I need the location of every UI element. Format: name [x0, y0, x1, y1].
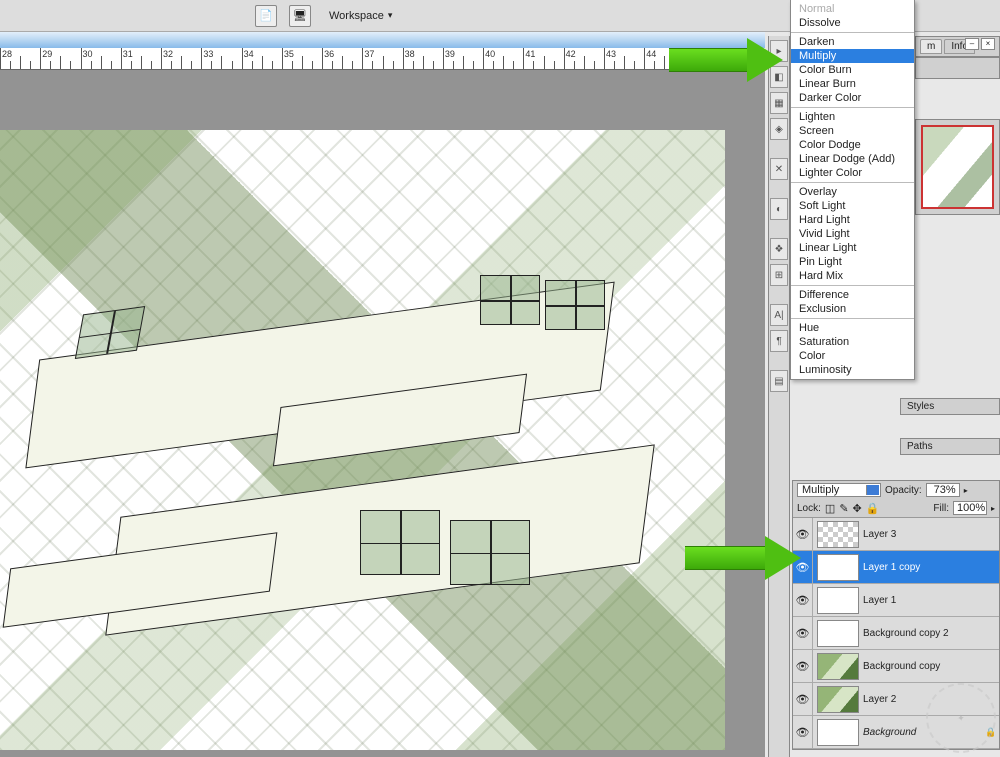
- title-bar-gradient: [0, 32, 765, 48]
- layer-blend-mode-select[interactable]: Multiply▼: [797, 483, 881, 497]
- paragraph-icon[interactable]: ¶: [770, 330, 788, 352]
- blend-mode-dropdown[interactable]: NormalDissolveDarkenMultiplyColor BurnLi…: [790, 0, 915, 380]
- panel-icon-masks[interactable]: ◐: [770, 198, 788, 220]
- blend-mode-lighter-color[interactable]: Lighter Color: [791, 166, 914, 180]
- panel-icon-notes[interactable]: ▤: [770, 370, 788, 392]
- visibility-toggle-icon[interactable]: 👁: [793, 683, 813, 715]
- lock-image-icon[interactable]: ✎: [839, 502, 848, 515]
- lock-label: Lock:: [797, 503, 821, 514]
- blend-mode-hard-mix[interactable]: Hard Mix: [791, 269, 914, 283]
- screen-mode-icon[interactable]: 🖥: [289, 5, 311, 27]
- fill-value[interactable]: 100%: [953, 501, 987, 515]
- blend-mode-linear-dodge-add-[interactable]: Linear Dodge (Add): [791, 152, 914, 166]
- layer-name: Layer 3: [863, 529, 999, 540]
- blend-mode-luminosity[interactable]: Luminosity: [791, 363, 914, 377]
- navigator-panel-body: [915, 57, 1000, 79]
- fill-label: Fill:: [933, 503, 949, 514]
- navigator-panel-header: m Info – ×: [915, 36, 1000, 57]
- opacity-value[interactable]: 73%: [926, 483, 960, 497]
- workspace-menu[interactable]: Workspace: [323, 8, 398, 24]
- blend-mode-lighten[interactable]: Lighten: [791, 110, 914, 124]
- navigator-thumbnail[interactable]: [921, 125, 994, 209]
- blend-mode-soft-light[interactable]: Soft Light: [791, 199, 914, 213]
- layer-thumbnail[interactable]: [817, 521, 859, 548]
- panel-icon-clone[interactable]: ⊞: [770, 264, 788, 286]
- visibility-toggle-icon[interactable]: 👁: [793, 617, 813, 649]
- blend-mode-pin-light[interactable]: Pin Light: [791, 255, 914, 269]
- blend-mode-color-dodge[interactable]: Color Dodge: [791, 138, 914, 152]
- layer-name: Layer 1: [863, 595, 999, 606]
- character-icon[interactable]: A|: [770, 304, 788, 326]
- blend-mode-overlay[interactable]: Overlay: [791, 185, 914, 199]
- blend-mode-darker-color[interactable]: Darker Color: [791, 91, 914, 105]
- tab-adjustments[interactable]: m: [920, 39, 942, 54]
- layer-thumbnail[interactable]: [817, 686, 859, 713]
- blend-mode-linear-burn[interactable]: Linear Burn: [791, 77, 914, 91]
- blend-mode-darken[interactable]: Darken: [791, 35, 914, 49]
- layer-row[interactable]: 👁 Background copy: [793, 650, 999, 683]
- lock-transparent-icon[interactable]: ◫: [825, 502, 835, 515]
- visibility-toggle-icon[interactable]: 👁: [793, 650, 813, 682]
- blend-mode-color-burn[interactable]: Color Burn: [791, 63, 914, 77]
- panel-icon-styles[interactable]: ◈: [770, 118, 788, 140]
- canvas-background: [0, 70, 765, 757]
- minimize-button[interactable]: –: [965, 38, 979, 50]
- visibility-toggle-icon[interactable]: 👁: [793, 716, 813, 748]
- layer-row[interactable]: 👁Layer 3: [793, 518, 999, 551]
- document-canvas[interactable]: [0, 130, 725, 750]
- paths-panel: Paths: [900, 438, 1000, 455]
- panel-icon-swatches[interactable]: ▦: [770, 92, 788, 114]
- workspace-label: Workspace: [329, 10, 384, 22]
- layer-row[interactable]: 👁 Background copy 2: [793, 617, 999, 650]
- tab-styles[interactable]: Styles: [901, 399, 999, 414]
- layer-thumbnail[interactable]: [817, 620, 859, 647]
- blend-mode-screen[interactable]: Screen: [791, 124, 914, 138]
- blend-mode-linear-light[interactable]: Linear Light: [791, 241, 914, 255]
- blend-mode-difference[interactable]: Difference: [791, 288, 914, 302]
- lock-all-icon[interactable]: 🔒: [866, 502, 880, 515]
- blend-mode-hard-light[interactable]: Hard Light: [791, 213, 914, 227]
- layer-thumbnail[interactable]: [817, 653, 859, 680]
- layer-row[interactable]: 👁Layer 1 copy: [793, 551, 999, 584]
- close-button[interactable]: ×: [981, 38, 995, 50]
- blend-mode-vivid-light[interactable]: Vivid Light: [791, 227, 914, 241]
- document-icon[interactable]: 📄: [255, 5, 277, 27]
- layer-row[interactable]: 👁 Layer 1: [793, 584, 999, 617]
- blend-mode-saturation[interactable]: Saturation: [791, 335, 914, 349]
- blend-mode-multiply[interactable]: Multiply: [791, 49, 914, 63]
- layer-blend-mode-value: Multiply: [802, 484, 839, 496]
- panel-icon-brushes[interactable]: ❖: [770, 238, 788, 260]
- opacity-label: Opacity:: [885, 485, 922, 496]
- blend-mode-dissolve[interactable]: Dissolve: [791, 16, 914, 30]
- collapsed-panel-strip: ▸ ◧ ▦ ◈ ✕ ◐ ❖ ⊞ A| ¶ ▤: [768, 36, 790, 757]
- layer-thumbnail[interactable]: [817, 719, 859, 746]
- layer-thumbnail[interactable]: [817, 554, 859, 581]
- layer-name: Layer 1 copy: [863, 562, 999, 573]
- blend-mode-exclusion[interactable]: Exclusion: [791, 302, 914, 316]
- layer-thumbnail[interactable]: [817, 587, 859, 614]
- blend-mode-color[interactable]: Color: [791, 349, 914, 363]
- tab-paths[interactable]: Paths: [901, 439, 999, 454]
- layer-blend-row: Multiply▼ Opacity: 73% ▸: [793, 481, 999, 499]
- visibility-toggle-icon[interactable]: 👁: [793, 584, 813, 616]
- horizontal-ruler: [0, 48, 765, 70]
- navigator-thumbnail-panel: [915, 119, 1000, 215]
- styles-panel: Styles: [900, 398, 1000, 415]
- layer-lock-row: Lock: ◫ ✎ ✥ 🔒 Fill: 100% ▸: [793, 499, 999, 517]
- lock-position-icon[interactable]: ✥: [853, 502, 862, 515]
- panel-icon-adjustments[interactable]: ✕: [770, 158, 788, 180]
- layer-name: Background copy: [863, 661, 999, 672]
- layer-name: Background copy 2: [863, 628, 999, 639]
- blend-mode-normal[interactable]: Normal: [791, 2, 914, 16]
- blend-mode-hue[interactable]: Hue: [791, 321, 914, 335]
